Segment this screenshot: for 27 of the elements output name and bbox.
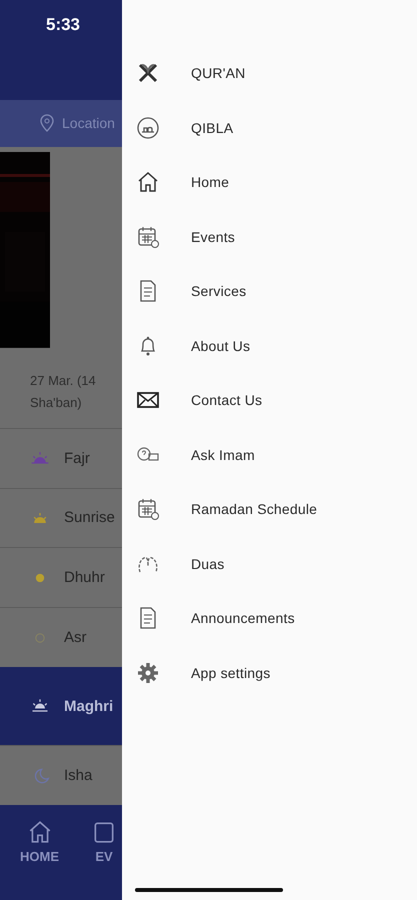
- menu-item[interactable]: Duas: [191, 556, 224, 572]
- menu-item[interactable]: QIBLA: [191, 120, 234, 136]
- menu-item[interactable]: Announcements: [191, 610, 295, 626]
- home-icon: [136, 170, 160, 194]
- mosque-icon: [136, 116, 160, 140]
- menu-item[interactable]: Contact Us: [191, 392, 262, 408]
- menu-item[interactable]: Home: [191, 174, 230, 190]
- menu-item[interactable]: App settings: [191, 664, 270, 681]
- gear-icon: [136, 660, 160, 685]
- prayer-name: Asr: [64, 629, 86, 646]
- location-pin-icon: [40, 114, 54, 132]
- menu-item[interactable]: Ask Imam: [191, 446, 255, 463]
- menu-item[interactable]: About Us: [191, 338, 250, 354]
- menu-item[interactable]: Events: [191, 228, 235, 245]
- prayer-name: Maghri: [64, 698, 114, 715]
- prayer-name: Isha: [64, 767, 92, 784]
- location-label: Location: [62, 115, 115, 132]
- nav-tab[interactable]: HOME: [20, 805, 59, 900]
- prayer-name: Fajr: [64, 450, 90, 467]
- menu-item[interactable]: Ramadan Schedule: [191, 501, 318, 518]
- menu-item[interactable]: QUR'AN: [191, 65, 246, 82]
- menu-item[interactable]: Services: [191, 283, 246, 300]
- status-time: 5:33: [44, 15, 80, 35]
- prayer-name: Sunrise: [64, 509, 115, 526]
- nav-tab[interactable]: EV: [91, 805, 117, 900]
- prayer-name: Dhuhr: [64, 569, 105, 586]
- date-text: 27 Mar. (14 Sha'ban): [30, 372, 97, 412]
